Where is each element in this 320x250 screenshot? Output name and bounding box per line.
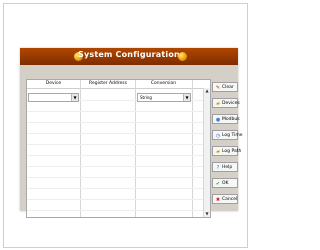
- table-row: [27, 144, 210, 145]
- circle-icon: ●: [215, 117, 221, 123]
- scroll-down-icon[interactable]: ▼: [204, 211, 210, 217]
- table-row: [27, 177, 210, 178]
- table-row: [27, 210, 210, 211]
- grid-header: Device Register Address Conversion: [27, 80, 210, 89]
- column-header-device: Device: [45, 81, 62, 86]
- folder-icon: ▰: [216, 101, 220, 107]
- system-configuration-dialog: System Configuration Device Register Add…: [20, 48, 242, 218]
- image-frame: System Configuration Device Register Add…: [3, 3, 248, 248]
- clear-button[interactable]: ✎ Clear: [212, 82, 238, 92]
- table-row: [27, 111, 210, 112]
- check-icon: ✔: [215, 181, 221, 187]
- clock-icon: ◷: [215, 133, 221, 139]
- table-row: [27, 122, 210, 123]
- pencil-icon: ✎: [215, 85, 221, 91]
- conversion-select[interactable]: String ▼: [137, 93, 191, 102]
- table-row: [27, 133, 210, 134]
- help-button[interactable]: ? Help: [212, 162, 238, 172]
- dialog-title: System Configuration: [78, 50, 180, 59]
- vertical-scrollbar[interactable]: ▲ ▼: [203, 88, 210, 217]
- devices-button[interactable]: ▰ Devices: [212, 98, 240, 108]
- chevron-down-icon: ▼: [183, 94, 190, 101]
- table-row: [27, 166, 210, 167]
- conversion-select-value: String: [140, 95, 152, 100]
- table-row: [27, 199, 210, 200]
- ok-button[interactable]: ✔ OK: [212, 178, 238, 188]
- modbus-button[interactable]: ● Modbus: [212, 114, 240, 124]
- log-time-button[interactable]: ◷ Log Time: [212, 130, 242, 140]
- log-path-button[interactable]: ▰ Log Path: [212, 146, 241, 156]
- folder-icon: ▰: [216, 149, 220, 155]
- column-header-register-address: Register Address: [89, 81, 127, 86]
- title-orb-icon: [178, 52, 187, 61]
- table-row: [27, 155, 210, 156]
- x-icon: ✖: [215, 197, 221, 203]
- chevron-down-icon: ▼: [71, 94, 78, 101]
- device-select[interactable]: ▼: [28, 93, 79, 102]
- dialog-titlebar: System Configuration: [20, 48, 238, 65]
- configuration-grid: Device Register Address Conversion ▼ Str…: [26, 79, 211, 218]
- column-header-conversion: Conversion: [150, 81, 177, 86]
- cancel-button[interactable]: ✖ Cancel: [212, 194, 238, 204]
- help-icon: ?: [216, 165, 220, 171]
- scroll-up-icon[interactable]: ▲: [204, 88, 210, 94]
- table-row: [27, 188, 210, 189]
